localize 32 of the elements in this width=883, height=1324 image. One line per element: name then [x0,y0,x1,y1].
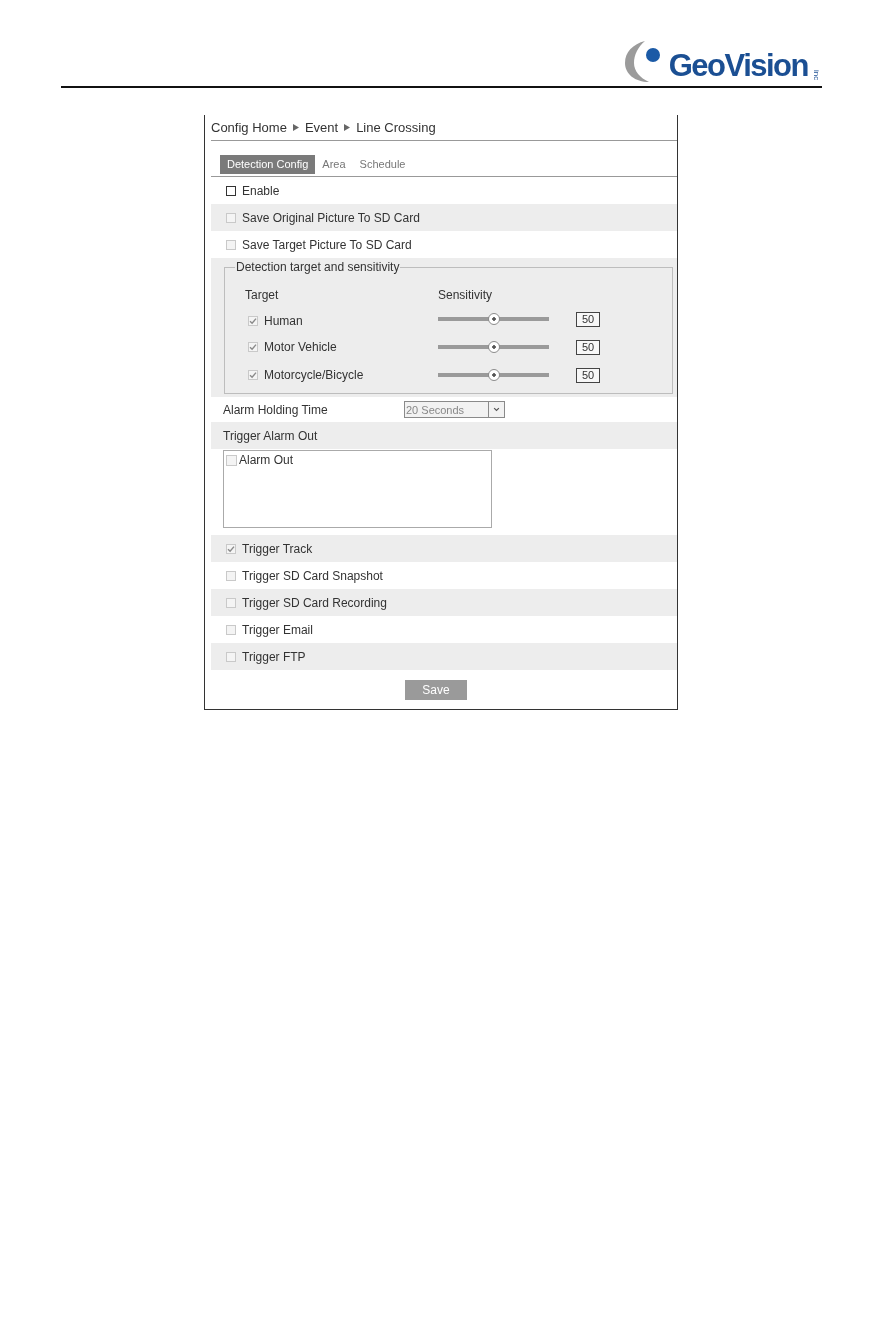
checkbox-label: Trigger SD Card Snapshot [242,568,383,583]
checkbox[interactable] [226,185,236,196]
checkbox-label: Enable [242,183,280,198]
column-header: Sensitivity [438,288,494,302]
checkbox-label: Trigger Email [242,622,313,637]
checkbox-label: Alarm Out [239,453,293,467]
target-label: Motor Vehicle [264,340,337,354]
caret-right-icon [292,124,299,131]
checkbox-label: Save Target Picture To SD Card [242,237,412,252]
caret-right-icon [344,124,351,131]
checkmark-icon [249,371,257,379]
breadcrumb-item[interactable]: Config Home [211,120,287,135]
checkmark-icon [227,544,235,553]
target-label: Motorcycle/Bicycle [264,368,364,382]
checkmark-icon [249,343,257,351]
breadcrumb-item: Line Crossing [356,120,436,135]
group-legend: Detection target and sensitivity [235,260,401,274]
checkbox-label: Trigger FTP [242,649,306,664]
tab[interactable]: Area [315,155,353,174]
section-label: Trigger Alarm Out [223,428,318,443]
checkmark-icon [249,316,257,325]
tab[interactable]: Schedule [352,155,413,174]
checkbox-label: Trigger Track [242,541,313,556]
logo-wordmark: GeoVision [668,50,808,81]
target-label: Human [264,313,303,328]
checkbox-label: Trigger SD Card Recording [242,595,387,610]
tab[interactable]: Detection Config [220,155,316,174]
logo-suffix: inc [812,69,820,80]
column-header: Target [245,288,280,302]
checkbox-label: Save Original Picture To SD Card [242,210,420,225]
breadcrumb-item[interactable]: Event [304,120,339,135]
field-label: Alarm Holding Time [223,402,329,417]
